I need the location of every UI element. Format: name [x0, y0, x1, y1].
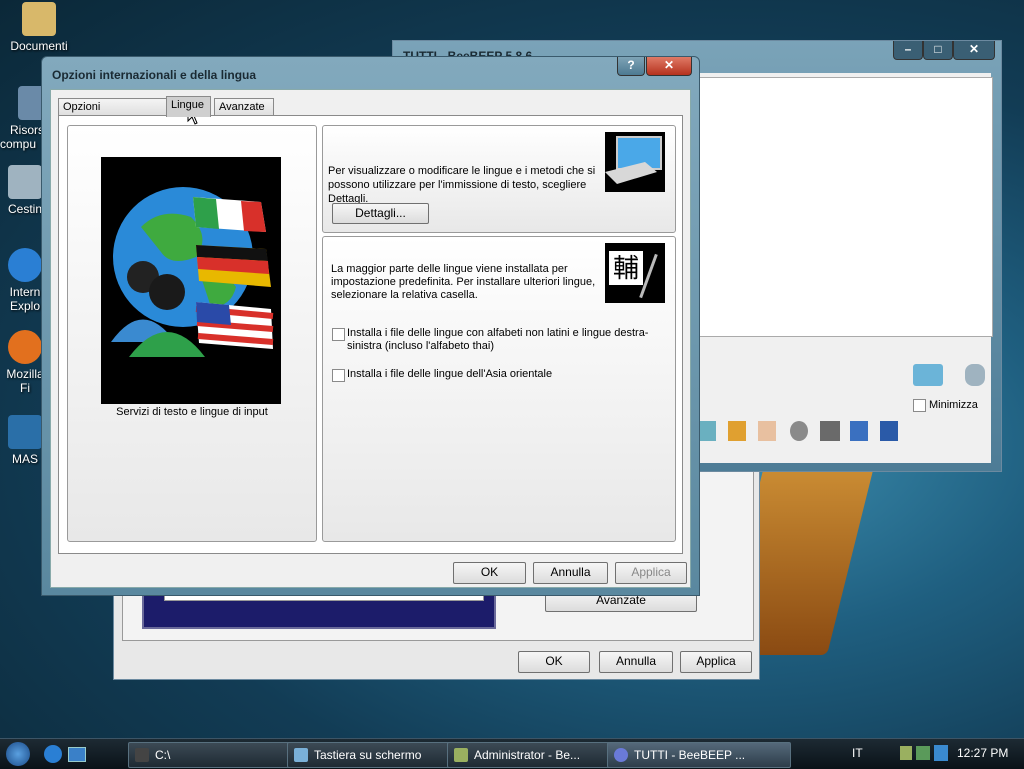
firefox-icon: [8, 330, 42, 364]
apply-button[interactable]: Applica: [615, 562, 687, 584]
taskbar: C:\ Tastiera su schermo Administrator - …: [0, 738, 1024, 769]
apply-button[interactable]: Applica: [680, 651, 752, 673]
cancel-button[interactable]: Annulla: [533, 562, 608, 584]
desktop-icon-documenti[interactable]: Documenti: [4, 2, 74, 53]
taskbar-item-admin[interactable]: Administrator - Be...: [447, 742, 627, 768]
details-description: Per visualizzare o modificare le lingue …: [328, 165, 596, 205]
details-group: Per visualizzare o modificare le lingue …: [322, 125, 676, 233]
ime-icon: 輔: [605, 243, 665, 303]
show-desktop-icon[interactable]: [68, 747, 86, 762]
taskbar-item-keyboard[interactable]: Tastiera su schermo: [287, 742, 467, 768]
tray-keyboard-icon[interactable]: [934, 745, 948, 761]
dialog-title: Opzioni internazionali e della lingua: [52, 68, 257, 82]
details-button[interactable]: Dettagli...: [332, 203, 429, 224]
tab-advanced[interactable]: Avanzate: [214, 98, 274, 116]
record-icon[interactable]: [790, 421, 808, 441]
folder-icon: [22, 2, 56, 36]
taskbar-item-cmd[interactable]: C:\: [128, 742, 308, 768]
minimize-button[interactable]: –: [893, 41, 923, 60]
bee-icon: [454, 748, 468, 762]
dialog-client-area: Opzioni internazionali Lingue Avanzate: [50, 89, 691, 588]
text-services-caption: Servizi di testo e lingue di input: [116, 406, 268, 418]
folder-arrow-icon[interactable]: [728, 421, 746, 441]
close-button[interactable]: ✕: [953, 41, 995, 60]
minimize-checkbox[interactable]: [913, 399, 926, 412]
taskbar-item-beebeep[interactable]: TUTTI - BeeBEEP ...: [607, 742, 791, 768]
text-services-group: Servizi di testo e lingue di input: [67, 125, 317, 542]
app-icon: [8, 415, 42, 449]
ok-button[interactable]: OK: [453, 562, 526, 584]
regional-options-dialog: Opzioni internazionali e della lingua ? …: [41, 56, 700, 596]
globe-languages-image: [101, 157, 281, 404]
clock[interactable]: 12:27 PM: [957, 746, 1008, 760]
east-asian-checkbox[interactable]: [332, 369, 345, 382]
tab-languages[interactable]: Lingue: [166, 96, 211, 117]
tray-bee-icon[interactable]: [900, 746, 912, 760]
supplemental-languages-group: 輔 La maggior parte delle lingue viene in…: [322, 236, 676, 542]
complex-script-label: Installa i file delle lingue con alfabet…: [347, 327, 649, 352]
ok-button[interactable]: OK: [518, 651, 590, 673]
supplemental-description: La maggior parte delle lingue viene inst…: [331, 263, 596, 301]
save-icon[interactable]: [880, 421, 898, 441]
east-asian-label: Installa i file delle lingue dell'Asia o…: [347, 368, 553, 380]
start-button[interactable]: [6, 742, 30, 766]
toolbar: [698, 421, 908, 445]
tab-panel: Servizi di testo e lingue di input Per v…: [58, 115, 683, 554]
file-icon[interactable]: [698, 421, 716, 441]
maximize-button[interactable]: □: [923, 41, 953, 60]
close-button[interactable]: ✕: [646, 57, 692, 76]
beebeep-icon: [614, 748, 628, 762]
internet-explorer-icon[interactable]: [44, 745, 62, 763]
code-icon[interactable]: [758, 421, 776, 441]
send-icon[interactable]: [913, 364, 943, 386]
tray-network-icon[interactable]: [916, 746, 930, 760]
help-button[interactable]: ?: [617, 57, 645, 76]
cancel-button[interactable]: Annulla: [599, 651, 673, 673]
minimize-label: Minimizza: [929, 399, 978, 411]
screenshot-icon[interactable]: [820, 421, 840, 441]
microphone-icon[interactable]: [965, 364, 985, 386]
terminal-icon: [135, 748, 149, 762]
tab-regional-options[interactable]: Opzioni internazionali: [58, 98, 172, 130]
keyboard-icon: [294, 748, 308, 762]
language-indicator[interactable]: IT: [852, 746, 863, 760]
internet-explorer-icon: [8, 248, 42, 282]
edit-icon[interactable]: [850, 421, 868, 441]
complex-script-checkbox[interactable]: [332, 328, 345, 341]
recycle-bin-icon: [8, 165, 42, 199]
